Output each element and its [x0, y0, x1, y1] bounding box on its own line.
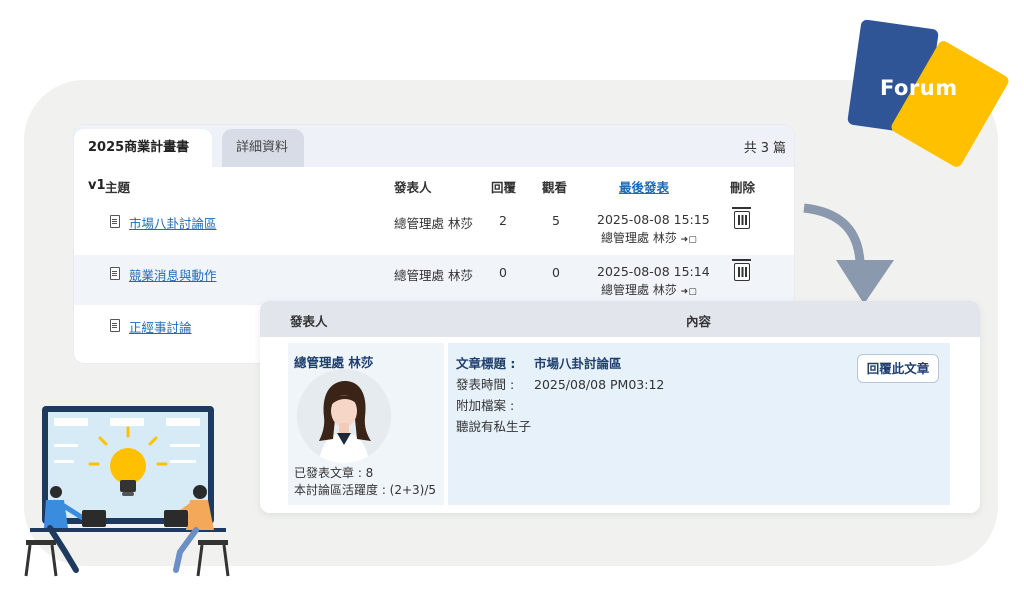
column-replies: 回覆 — [491, 180, 517, 195]
column-author: 發表人 — [394, 180, 432, 195]
row-author: 總管理處 林莎 — [394, 216, 473, 231]
go-to-post-icon[interactable]: ➜▢ — [681, 235, 697, 245]
topic-link[interactable]: 市場八卦討論區 — [129, 213, 217, 232]
table-row: 競業消息與動作 總管理處 林莎 0 0 2025-08-08 15:14 總管理… — [74, 255, 794, 305]
detail-header: 發表人 內容 — [260, 301, 980, 337]
row-replies: 0 — [499, 265, 507, 280]
go-to-post-icon[interactable]: ➜▢ — [681, 287, 697, 297]
post-body: 聽說有私生子 — [456, 419, 532, 434]
logo-text: Forum — [880, 76, 958, 100]
post-title-value: 市場八卦討論區 — [534, 356, 622, 371]
column-last-post[interactable]: 最後發表 — [619, 177, 669, 196]
row-last-user-name: 總管理處 林莎 — [601, 283, 677, 297]
avatar — [297, 369, 391, 463]
trash-icon[interactable] — [732, 259, 751, 281]
topic-count: 共3篇 — [742, 137, 788, 156]
row-views: 0 — [552, 265, 560, 280]
curved-arrow-icon — [803, 203, 894, 304]
tab-details[interactable]: 詳細資料 — [222, 129, 304, 167]
post-time-field: 發表時間 : 2025/08/08 PM03:12 — [456, 374, 664, 393]
document-icon — [110, 267, 120, 280]
topic-count-prefix: 共 — [743, 141, 757, 156]
topic-count-suffix: 篇 — [772, 141, 786, 156]
row-last-date: 2025-08-08 15:14 — [597, 264, 710, 279]
detail-column-content: 內容 — [686, 314, 712, 329]
topic-link[interactable]: 競業消息與動作 — [129, 265, 217, 284]
topic-count-value: 3 — [760, 141, 769, 156]
column-delete: 刪除 — [730, 180, 756, 195]
topic-link[interactable]: 正經事討論 — [129, 317, 192, 336]
avatar-portrait-icon — [297, 369, 391, 463]
post-attachment-label: 附加檔案 : — [456, 398, 515, 413]
post-title-field: 文章標題 : 市場八卦討論區 — [456, 353, 622, 372]
column-views: 觀看 — [542, 180, 568, 195]
row-last-user: 總管理處 林莎 ➜▢ — [601, 229, 697, 246]
tab-business-plan[interactable]: 2025商業計畫書v1 — [74, 129, 212, 193]
table-row: 市場八卦討論區 總管理處 林莎 2 5 2025-08-08 15:15 總管理… — [74, 203, 794, 253]
collaboration-illustration — [24, 406, 230, 577]
detail-column-author: 發表人 — [290, 314, 328, 329]
tabs-bar: 2025商業計畫書v1 詳細資料 共3篇 — [74, 125, 794, 193]
post-time-value: 2025/08/08 PM03:12 — [534, 377, 665, 392]
poster-post-count: 已發表文章 : 8 — [294, 466, 374, 480]
document-icon — [110, 215, 120, 228]
row-last-user: 總管理處 林莎 ➜▢ — [601, 281, 697, 298]
post-detail-card: 發表人 內容 總管理處 林莎 已發表文章 : 8 本討論區活躍度 : (2+3)… — [260, 301, 980, 513]
row-last-user-name: 總管理處 林莎 — [601, 231, 677, 245]
post-title-label: 文章標題 : — [456, 356, 516, 371]
post-attachment-field: 附加檔案 : — [456, 395, 534, 414]
poster-activity: 本討論區活躍度 : (2+3)/5 — [294, 483, 437, 497]
poster-name: 總管理處 林莎 — [294, 355, 374, 370]
forum-logo: Forum — [846, 19, 1011, 170]
document-icon — [110, 319, 120, 332]
trash-icon[interactable] — [732, 207, 751, 229]
row-replies: 2 — [499, 213, 507, 228]
row-author: 總管理處 林莎 — [394, 268, 473, 283]
row-last-date: 2025-08-08 15:15 — [597, 212, 710, 227]
post-time-label: 發表時間 : — [456, 377, 515, 392]
row-views: 5 — [552, 213, 560, 228]
reply-button[interactable]: 回覆此文章 — [857, 354, 939, 383]
column-topic: 主題 — [105, 180, 131, 195]
